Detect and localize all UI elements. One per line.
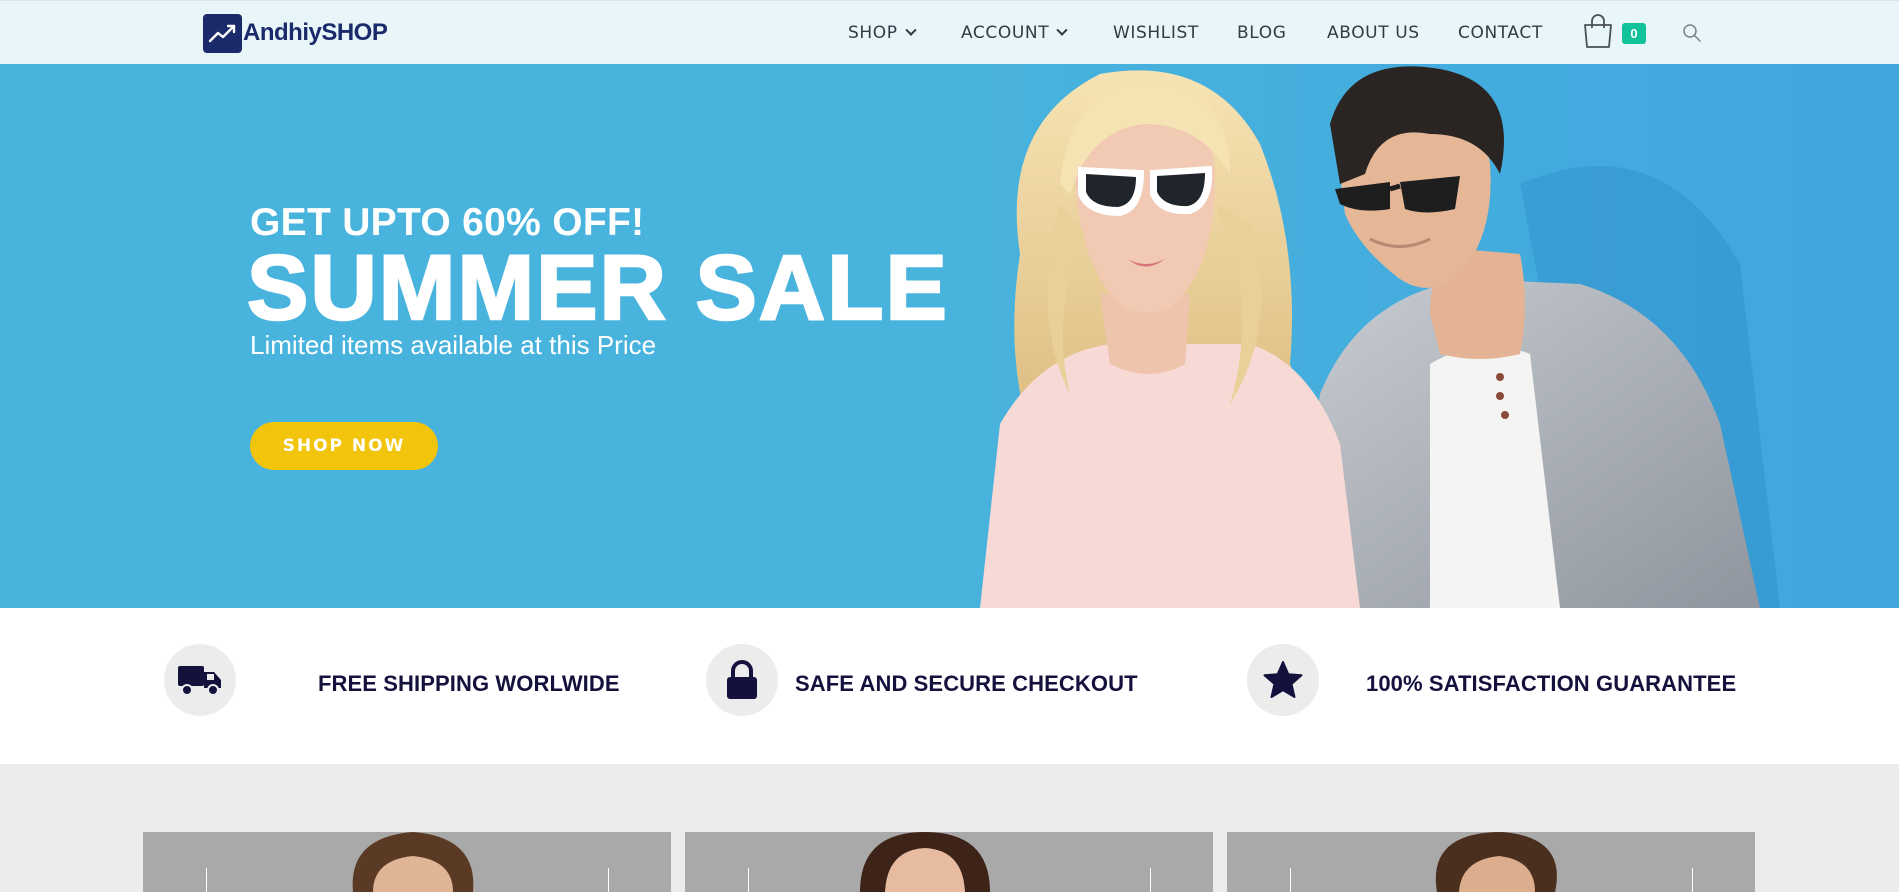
brand-logo[interactable]: AndhiySHOP [203,13,388,53]
trend-up-icon [203,13,242,53]
category-card[interactable] [685,832,1213,892]
cart-count-badge[interactable]: 0 [1622,23,1646,44]
category-section [0,764,1899,892]
nav-item-label: BLOG [1237,23,1287,43]
nav-item-wishlist[interactable]: WISHLIST [1113,23,1199,43]
nav-item-label: ABOUT US [1327,23,1420,43]
category-card[interactable] [1227,832,1755,892]
feature-label-shipping: FREE SHIPPING WORLWIDE [318,671,620,696]
card-frame-line [608,868,609,892]
search-icon[interactable] [1682,23,1702,43]
category-image [352,832,474,892]
card-frame-line [206,868,207,892]
features-bar: FREE SHIPPING WORLWIDE SAFE AND SECURE C… [0,608,1899,764]
card-frame-line [1150,868,1151,892]
hero-subtitle: Limited items available at this Price [250,330,657,360]
hero-title: SUMMER SALE [246,236,949,341]
lock-icon [706,644,778,716]
feature-label-guarantee: 100% SATISFACTION GUARANTEE [1366,671,1737,696]
brand-name: AndhiySHOP [243,19,388,46]
nav-item-contact[interactable]: CONTACT [1458,23,1543,43]
chevron-down-icon [1056,24,1068,36]
category-image [1435,832,1557,892]
hero-banner: GET UPTO 60% OFF! SUMMER SALE Limited it… [0,64,1899,608]
category-image [860,832,990,892]
shop-now-button[interactable]: SHOP NOW [250,422,438,470]
nav-item-about-us[interactable]: ABOUT US [1327,23,1420,43]
site-header: AndhiySHOP SHOP ACCOUNT WISHLIST BLOG AB… [0,0,1899,64]
category-card[interactable] [143,832,671,892]
card-frame-line [1290,868,1291,892]
nav-item-label: WISHLIST [1113,23,1199,43]
card-frame-line [1692,868,1693,892]
nav-item-label: ACCOUNT [961,23,1050,43]
nav-item-account[interactable]: ACCOUNT [961,23,1068,43]
nav-item-label: SHOP [848,23,898,43]
nav-item-shop[interactable]: SHOP [848,23,917,43]
nav-item-label: CONTACT [1458,23,1543,43]
shopping-bag-icon[interactable] [1581,13,1615,49]
hero-couple-image [960,64,1899,608]
star-icon [1247,644,1319,716]
nav-item-blog[interactable]: BLOG [1237,23,1286,43]
truck-icon [164,644,236,716]
chevron-down-icon [904,24,917,36]
card-frame-line [748,868,749,892]
feature-label-checkout: SAFE AND SECURE CHECKOUT [795,671,1138,696]
